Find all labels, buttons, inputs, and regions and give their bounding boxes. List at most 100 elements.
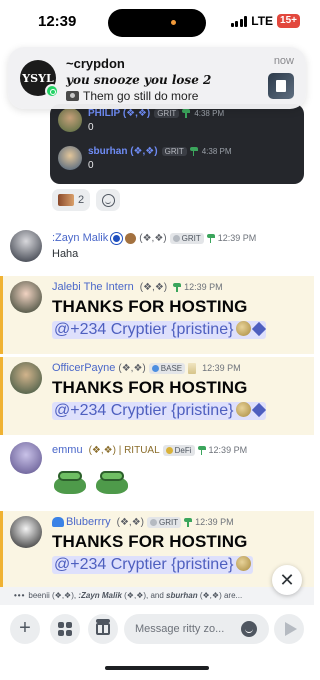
attach-button[interactable]: + bbox=[10, 614, 40, 644]
pepe-emoji-icon bbox=[94, 468, 130, 496]
message-mention[interactable]: OfficerPayne (❖,❖) BASE 12:39 PM THANKS … bbox=[0, 357, 314, 435]
monkey-icon bbox=[125, 232, 137, 244]
sticker-row bbox=[52, 468, 130, 496]
poll-row-name: sburhan (❖,❖) bbox=[88, 146, 158, 157]
notification-preview: Them go still do more bbox=[66, 89, 198, 103]
status-right: LTE 15+ bbox=[230, 14, 300, 28]
status-time: 12:39 bbox=[38, 13, 77, 30]
privacy-dot-icon bbox=[171, 20, 176, 25]
message-text: Haha bbox=[52, 248, 79, 260]
role-badge: BASE bbox=[148, 362, 186, 374]
camera-icon bbox=[66, 91, 79, 101]
send-button[interactable] bbox=[274, 614, 304, 644]
timestamp: 4:38 PM bbox=[201, 147, 232, 156]
sprout-icon bbox=[206, 233, 215, 243]
whatsapp-icon bbox=[45, 84, 59, 98]
username[interactable]: Jalebi The Intern bbox=[52, 281, 134, 293]
message-text: THANKS FOR HOSTING bbox=[52, 297, 248, 316]
smile-icon bbox=[101, 193, 115, 207]
pepe-emoji-icon bbox=[52, 468, 88, 496]
message-header: :Zayn Malik (❖,❖) GRIT 12:39 PM bbox=[52, 232, 256, 244]
timestamp: 12:39 PM bbox=[202, 363, 241, 373]
poll-row-name: PHILIP (❖,❖) bbox=[88, 108, 151, 119]
message-header: Bluberrry (❖,❖) GRIT 12:39 PM bbox=[52, 516, 234, 528]
notification-chat-name: you snooze you lose 2 bbox=[66, 73, 212, 87]
role-tag: (❖,❖) bbox=[139, 232, 167, 244]
role-badge: DeFi bbox=[162, 444, 195, 456]
gift-icon bbox=[96, 619, 110, 635]
timestamp: 12:39 PM bbox=[184, 282, 223, 292]
sparkle-icon bbox=[252, 321, 267, 337]
typing-indicator: ••• beenii (❖,❖), :Zayn Malik (❖,❖), and … bbox=[0, 587, 314, 605]
sprout-icon bbox=[184, 517, 193, 527]
user-mention[interactable]: @+234 Cryptier {pristine} bbox=[52, 321, 267, 339]
message-mention[interactable]: Bluberrry (❖,❖) GRIT 12:39 PM THANKS FOR… bbox=[0, 511, 314, 587]
message[interactable]: :Zayn Malik (❖,❖) GRIT 12:39 PM Haha bbox=[0, 224, 314, 272]
reaction-count: 2 bbox=[78, 194, 85, 206]
reaction-emoji-icon bbox=[58, 194, 74, 206]
avatar[interactable] bbox=[10, 442, 42, 474]
sprout-icon bbox=[173, 282, 182, 292]
notification-time: now bbox=[273, 55, 294, 67]
reactions-row: 2 bbox=[52, 189, 121, 211]
role-badge: GRIT bbox=[161, 147, 187, 156]
avatar[interactable] bbox=[10, 281, 42, 313]
typing-dots-icon: ••• bbox=[14, 591, 26, 600]
butterfly-icon bbox=[52, 517, 64, 527]
sprout-icon bbox=[182, 109, 191, 118]
send-icon bbox=[284, 622, 297, 636]
shell-icon bbox=[236, 556, 252, 571]
notification-sender: ~crypdon bbox=[66, 56, 125, 71]
username[interactable]: :Zayn Malik bbox=[52, 232, 108, 244]
signal-bars-icon bbox=[230, 15, 248, 27]
timestamp: 4:38 PM bbox=[194, 109, 225, 118]
close-icon[interactable]: ✕ bbox=[272, 565, 302, 595]
username[interactable]: Bluberrry bbox=[66, 516, 111, 528]
home-indicator bbox=[105, 666, 209, 670]
role-tag: (❖,❖) bbox=[116, 516, 144, 528]
poll-count: 0 bbox=[88, 160, 94, 171]
sprout-icon bbox=[197, 445, 206, 455]
role-badge: GRIT bbox=[169, 232, 204, 244]
role-badge: GRIT bbox=[154, 109, 180, 118]
avatar[interactable] bbox=[10, 362, 42, 394]
sprout-icon bbox=[189, 147, 198, 156]
add-reaction-button[interactable] bbox=[96, 189, 121, 211]
cocktail-icon bbox=[188, 362, 197, 374]
username[interactable]: emmu bbox=[52, 444, 83, 456]
gift-button[interactable] bbox=[88, 614, 118, 644]
apps-button[interactable] bbox=[50, 614, 80, 644]
message[interactable]: emmu (❖,❖) | RITUAL DeFi 12:39 PM bbox=[0, 438, 314, 510]
notification-thumbnail bbox=[268, 73, 294, 99]
dynamic-island bbox=[108, 9, 206, 37]
avatar[interactable] bbox=[10, 516, 42, 548]
message-header: emmu (❖,❖) | RITUAL DeFi 12:39 PM bbox=[52, 444, 247, 456]
message-header: OfficerPayne (❖,❖) BASE 12:39 PM bbox=[52, 362, 241, 374]
notification-preview-text: Them go still do more bbox=[83, 89, 199, 103]
message-header: Jalebi The Intern (❖,❖) 12:39 PM bbox=[52, 281, 223, 293]
timestamp: 12:39 PM bbox=[217, 233, 257, 243]
avatar bbox=[58, 146, 82, 170]
role-tag: (❖,❖) | RITUAL bbox=[88, 444, 160, 456]
emoji-icon[interactable] bbox=[241, 621, 257, 637]
notification-banner[interactable]: YSYL ~crypdon you snooze you lose 2 Them… bbox=[8, 47, 306, 109]
avatar[interactable] bbox=[10, 230, 42, 262]
battery-icon: 15+ bbox=[277, 14, 300, 28]
user-mention[interactable]: @+234 Cryptier {pristine} bbox=[52, 402, 267, 420]
poll-row: PHILIP (❖,❖) GRIT 4:38 PM 0 bbox=[58, 108, 224, 133]
message-mention[interactable]: Jalebi The Intern (❖,❖) 12:39 PM THANKS … bbox=[0, 276, 314, 354]
timestamp: 12:39 PM bbox=[208, 445, 248, 455]
user-mention[interactable]: @+234 Cryptier {pristine} bbox=[52, 556, 254, 574]
reaction-chip[interactable]: 2 bbox=[52, 189, 91, 211]
poll-count: 0 bbox=[88, 122, 94, 133]
role-tag: (❖,❖) bbox=[118, 362, 146, 374]
shell-icon bbox=[236, 321, 252, 336]
timestamp: 12:39 PM bbox=[195, 517, 234, 527]
message-text: THANKS FOR HOSTING bbox=[52, 378, 248, 397]
username[interactable]: OfficerPayne bbox=[52, 362, 115, 374]
network-label: LTE bbox=[251, 14, 274, 28]
apps-icon bbox=[58, 622, 72, 636]
message-text: THANKS FOR HOSTING bbox=[52, 532, 248, 551]
role-tag: (❖,❖) bbox=[139, 281, 168, 293]
role-badge: GRIT bbox=[147, 516, 182, 528]
